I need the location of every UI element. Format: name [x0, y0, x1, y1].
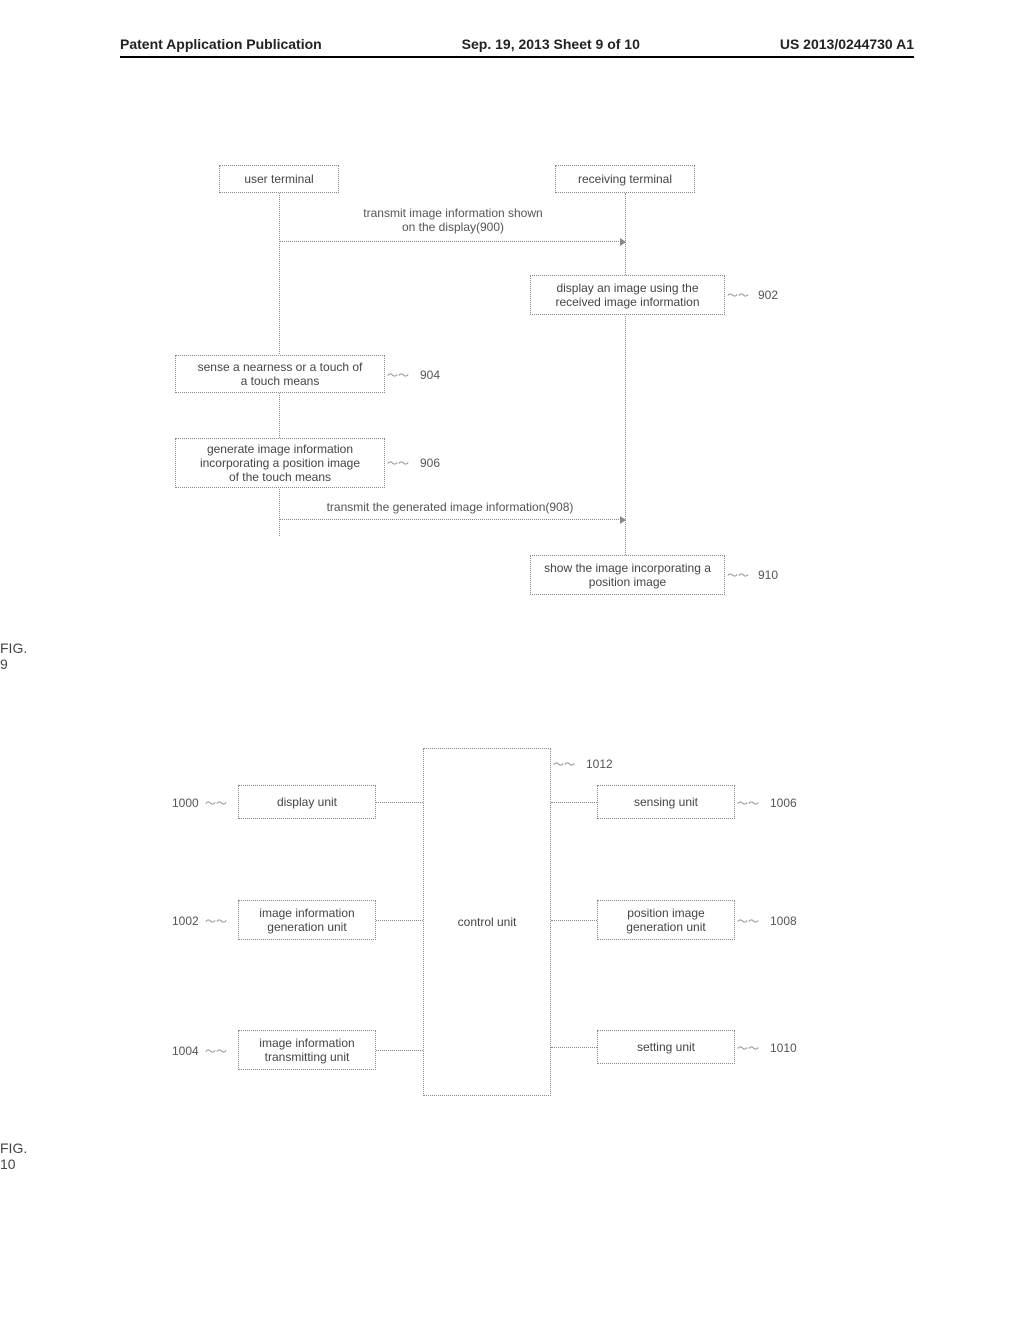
ref-910: 910 [758, 568, 778, 582]
box-906-text: generate image information incorporating… [200, 442, 360, 484]
control-unit-box: control unit [423, 748, 551, 1096]
ref-902: 902 [758, 288, 778, 302]
leader-1010: 〜〜 [737, 1040, 759, 1056]
box-904: sense a nearness or a touch of a touch m… [175, 355, 385, 393]
connector-1002 [376, 920, 423, 921]
leader-910: 〜〜 [727, 567, 749, 583]
receiving-terminal-box: receiving terminal [555, 165, 695, 193]
connector-904-906 [279, 393, 280, 438]
image-info-tx-text: image information transmitting unit [259, 1036, 354, 1064]
msg-908-arrow [279, 519, 625, 520]
leader-902: 〜〜 [727, 287, 749, 303]
leader-1008: 〜〜 [737, 913, 759, 929]
msg-900-arrow [279, 241, 625, 242]
publication-label: Patent Application Publication [120, 36, 322, 52]
sheet-label: Sep. 19, 2013 Sheet 9 of 10 [462, 36, 640, 52]
ref-1006: 1006 [770, 796, 797, 810]
control-unit-text: control unit [458, 915, 517, 929]
connector-1000 [376, 802, 423, 803]
box-910-text: show the image incorporating a position … [544, 561, 711, 589]
setting-unit-text: setting unit [637, 1040, 695, 1054]
image-info-gen-text: image information generation unit [259, 906, 354, 934]
setting-unit-box: setting unit [597, 1030, 735, 1064]
box-906: generate image information incorporating… [175, 438, 385, 488]
ref-1010: 1010 [770, 1041, 797, 1055]
display-unit-text: display unit [277, 795, 337, 809]
connector-1006 [551, 802, 597, 803]
ref-904: 904 [420, 368, 440, 382]
box-902: display an image using the received imag… [530, 275, 725, 315]
ref-1012: 1012 [586, 757, 613, 771]
msg-908-text: transmit the generated image information… [290, 500, 610, 514]
ref-1008: 1008 [770, 914, 797, 928]
receiving-terminal-lifeline [625, 193, 626, 563]
publication-number: US 2013/0244730 A1 [780, 36, 914, 52]
image-info-gen-box: image information generation unit [238, 900, 376, 940]
receiving-terminal-label: receiving terminal [578, 172, 672, 186]
msg-900-text: transmit image information shown on the … [328, 206, 578, 234]
ref-1002: 1002 [172, 914, 199, 928]
sensing-unit-box: sensing unit [597, 785, 735, 819]
sensing-unit-text: sensing unit [634, 795, 698, 809]
leader-1000: 〜〜 [205, 795, 227, 811]
user-terminal-box: user terminal [219, 165, 339, 193]
header-rule [120, 56, 914, 58]
leader-1012: 〜〜 [553, 756, 575, 772]
leader-904: 〜〜 [387, 367, 409, 383]
connector-1004 [376, 1050, 423, 1051]
leader-906: 〜〜 [387, 455, 409, 471]
box-902-text: display an image using the received imag… [555, 281, 699, 309]
leader-1004: 〜〜 [205, 1043, 227, 1059]
page-header: Patent Application Publication Sep. 19, … [120, 36, 914, 52]
connector-1010 [551, 1047, 597, 1048]
position-image-gen-box: position image generation unit [597, 900, 735, 940]
box-904-text: sense a nearness or a touch of a touch m… [198, 360, 363, 388]
user-terminal-label: user terminal [244, 172, 313, 186]
connector-1008 [551, 920, 597, 921]
leader-1002: 〜〜 [205, 913, 227, 929]
ref-1004: 1004 [172, 1044, 199, 1058]
leader-1006: 〜〜 [737, 795, 759, 811]
display-unit-box: display unit [238, 785, 376, 819]
ref-1000: 1000 [172, 796, 199, 810]
image-info-tx-box: image information transmitting unit [238, 1030, 376, 1070]
ref-906: 906 [420, 456, 440, 470]
box-910: show the image incorporating a position … [530, 555, 725, 595]
position-image-gen-text: position image generation unit [626, 906, 705, 934]
